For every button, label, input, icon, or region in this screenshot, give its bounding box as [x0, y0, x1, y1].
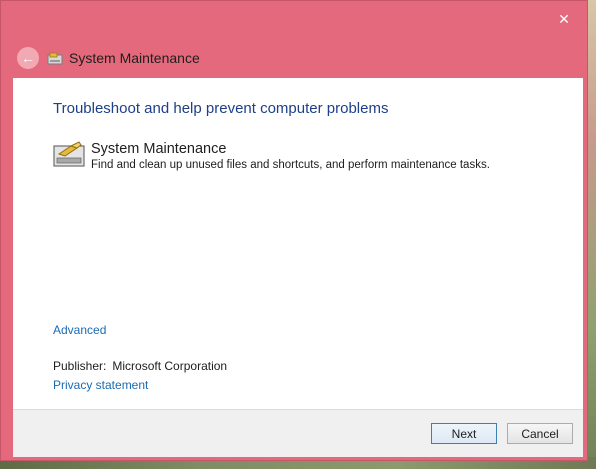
page-heading: Troubleshoot and help prevent computer p…: [53, 100, 389, 117]
footer-bar: Next Cancel: [13, 409, 583, 457]
close-button[interactable]: ✕: [549, 9, 579, 29]
content-pane: Troubleshoot and help prevent computer p…: [13, 78, 583, 409]
title-bar: ← System Maintenance: [17, 45, 200, 71]
maintenance-icon: [47, 52, 63, 65]
item-text: System Maintenance Find and clean up unu…: [91, 140, 490, 171]
advanced-link[interactable]: Advanced: [53, 323, 106, 337]
close-icon: ✕: [558, 10, 570, 27]
system-maintenance-item: System Maintenance Find and clean up unu…: [53, 140, 490, 171]
publisher-label: Publisher:: [53, 359, 107, 373]
publisher-info: Publisher: Microsoft Corporation: [53, 359, 227, 373]
next-button[interactable]: Next: [431, 423, 497, 444]
item-title: System Maintenance: [91, 141, 227, 157]
back-button[interactable]: ←: [17, 47, 39, 69]
troubleshooter-window: ✕ ← System Maintenance Troubleshoot and …: [0, 0, 588, 461]
window-title: System Maintenance: [69, 50, 200, 66]
cancel-button[interactable]: Cancel: [507, 423, 573, 444]
back-arrow-icon: ←: [21, 50, 35, 66]
publisher-value: Microsoft Corporation: [112, 359, 228, 373]
item-description: Find and clean up unused files and short…: [91, 159, 490, 171]
privacy-statement-link[interactable]: Privacy statement: [53, 378, 148, 392]
maintenance-icon: [53, 141, 85, 167]
